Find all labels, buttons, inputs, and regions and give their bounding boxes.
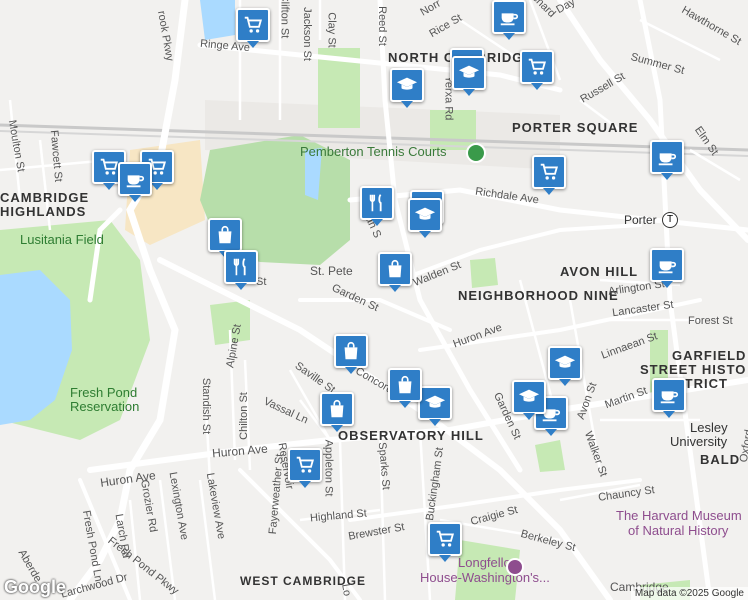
- label-baldwin: BALD: [700, 452, 741, 467]
- map-marker-shopping-bag[interactable]: [334, 334, 368, 374]
- shopping-cart-icon: [244, 16, 263, 33]
- museum-icon: [506, 558, 524, 576]
- street-lo: Lo: [339, 582, 354, 598]
- label-neighborhood-nine: NEIGHBORHOOD NINE: [458, 288, 619, 303]
- label-st-pete: St. Pete: [310, 264, 353, 278]
- map-marker-shopping-bag[interactable]: [208, 218, 242, 258]
- map-marker-shopping-bag[interactable]: [378, 252, 412, 292]
- map-marker-graduation-cap[interactable]: [408, 198, 442, 238]
- shopping-cart-icon: [540, 163, 559, 180]
- shopping-cart-icon: [436, 530, 455, 547]
- map-marker-coffee-cup[interactable]: [650, 248, 684, 288]
- map-marker-shopping-bag[interactable]: [320, 392, 354, 432]
- label-observatory-hill: OBSERVATORY HILL: [338, 428, 484, 443]
- map-attribution: Map data ©2025 Google: [630, 587, 748, 600]
- map-marker-graduation-cap[interactable]: [452, 56, 486, 96]
- map-marker-graduation-cap[interactable]: [548, 346, 582, 386]
- map-marker-fork-knife[interactable]: [224, 250, 258, 290]
- map-marker-shopping-bag[interactable]: [388, 368, 422, 408]
- label-lusitania-field: Lusitania Field: [20, 232, 104, 247]
- street-clifton: Clifton St: [278, 0, 291, 39]
- street-jackson: Jackson St: [300, 7, 313, 61]
- street-reed: Reed St: [375, 6, 388, 46]
- street-standish: Standish St: [200, 377, 213, 435]
- map-marker-coffee-cup[interactable]: [652, 378, 686, 418]
- shopping-cart-icon: [296, 456, 315, 473]
- map-marker-coffee-cup[interactable]: [650, 140, 684, 180]
- label-fresh-pond-1: Fresh Pond: [70, 385, 138, 400]
- label-pemberton: Pemberton Tennis Courts: [300, 144, 447, 159]
- coffee-cup-icon: [500, 13, 519, 26]
- map-marker-coffee-cup[interactable]: [118, 162, 152, 202]
- coffee-cup-icon: [660, 391, 679, 404]
- park-marker-icon: [466, 143, 486, 163]
- map-marker-graduation-cap[interactable]: [418, 386, 452, 426]
- train-station-icon: T: [662, 212, 678, 228]
- map-marker-coffee-cup[interactable]: [492, 0, 526, 40]
- label-porter-station: Porter: [624, 213, 657, 227]
- label-lesley-2: University: [670, 434, 728, 449]
- graduation-cap-icon: [554, 355, 576, 368]
- street-forest: Forest St: [688, 315, 733, 327]
- label-cambridge-highlands-1: CAMBRIDGE: [0, 190, 90, 205]
- map-marker-graduation-cap[interactable]: [390, 68, 424, 108]
- map-marker-shopping-cart[interactable]: [532, 155, 566, 195]
- shopping-cart-icon: [100, 158, 119, 175]
- map-marker-shopping-cart[interactable]: [236, 8, 270, 48]
- street-clay: Clay St: [325, 12, 338, 48]
- coffee-cup-icon: [658, 261, 677, 274]
- graduation-cap-icon: [458, 65, 480, 78]
- label-lesley-1: Lesley: [690, 420, 728, 435]
- label-cambridge-highlands-2: HIGHLANDS: [0, 204, 87, 219]
- graduation-cap-icon: [518, 389, 540, 402]
- map-marker-shopping-cart[interactable]: [288, 448, 322, 488]
- shopping-bag-icon: [388, 259, 402, 278]
- shopping-cart-icon: [528, 58, 547, 75]
- label-fresh-pond-2: Reservation: [70, 399, 140, 414]
- label-garfield-2: STREET HISTO: [640, 362, 747, 377]
- shopping-bag-icon: [330, 399, 344, 418]
- google-logo: Google: [4, 577, 66, 597]
- street-appleton: Appleton St: [322, 439, 335, 497]
- map-marker-graduation-cap[interactable]: [512, 380, 546, 420]
- fork-knife-icon: [233, 258, 246, 276]
- graduation-cap-icon: [414, 207, 436, 220]
- label-museum-1: The Harvard Museum: [616, 508, 742, 523]
- map-canvas[interactable]: NORTH CAMBRIDGE PORTER SQUARE CAMBRIDGE …: [0, 0, 748, 600]
- graduation-cap-icon: [424, 395, 446, 408]
- label-avon-hill: AVON HILL: [560, 264, 639, 279]
- coffee-cup-icon: [658, 153, 677, 166]
- street-chilton: Chilton St: [237, 392, 250, 440]
- label-museum-2: of Natural History: [628, 523, 729, 538]
- map-marker-shopping-cart[interactable]: [520, 50, 554, 90]
- coffee-cup-icon: [126, 175, 145, 188]
- label-porter-square: PORTER SQUARE: [512, 120, 639, 135]
- map-marker-fork-knife[interactable]: [360, 186, 394, 226]
- shopping-bag-icon: [344, 341, 358, 360]
- label-garfield-1: GARFIELD: [672, 348, 747, 363]
- map-marker-shopping-cart[interactable]: [428, 522, 462, 562]
- shopping-bag-icon: [218, 225, 232, 244]
- shopping-bag-icon: [398, 375, 412, 394]
- label-longfellow-2: House-Washington's...: [420, 570, 550, 585]
- fork-knife-icon: [369, 194, 382, 212]
- graduation-cap-icon: [396, 77, 418, 90]
